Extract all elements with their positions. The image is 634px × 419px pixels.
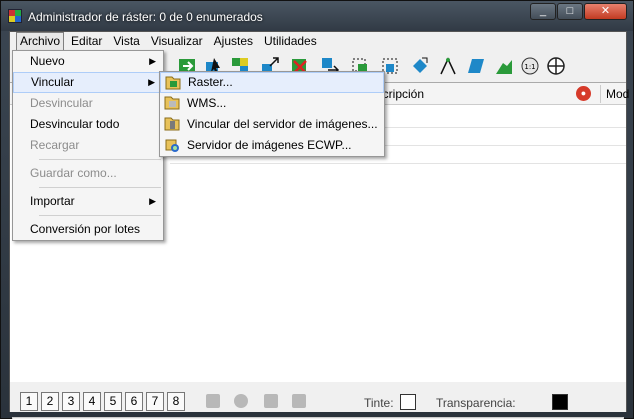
column-mod[interactable]: Mod xyxy=(606,87,629,101)
submenu-item-label: Servidor de imágenes ECWP... xyxy=(187,138,352,152)
maximize-button[interactable]: □ xyxy=(557,3,583,20)
menu-item-desvincular-todo[interactable]: Desvincular todo xyxy=(13,114,163,135)
view-button-3[interactable]: 3 xyxy=(62,392,80,411)
submenu-arrow-icon: ▶ xyxy=(149,196,156,206)
caption-buttons: _ □ ✕ xyxy=(529,3,627,20)
window-title: Administrador de ráster: 0 de 0 enumerad… xyxy=(28,10,263,24)
menu-item-label: Importar xyxy=(30,194,75,208)
menu-visualizar[interactable]: Visualizar xyxy=(147,32,207,51)
menu-vista[interactable]: Vista xyxy=(109,32,143,51)
title-bar[interactable]: Administrador de ráster: 0 de 0 enumerad… xyxy=(1,1,633,31)
vincular-submenu: Raster... WMS... Vincular del servidor d… xyxy=(159,71,385,157)
view-button-7[interactable]: 7 xyxy=(146,392,164,411)
grid-line xyxy=(170,163,626,164)
archivo-menu: Nuevo ▶ Vincular ▶ Desvincular Desvincular… xyxy=(12,50,164,241)
view-button-4[interactable]: 4 xyxy=(83,392,101,411)
fit-icon[interactable] xyxy=(292,394,306,408)
menu-item-vincular[interactable]: Vincular ▶ xyxy=(13,72,163,93)
menu-archivo[interactable]: Archivo xyxy=(16,32,65,51)
menu-item-label: Desvincular xyxy=(30,96,93,110)
menu-item-label: Guardar como... xyxy=(30,166,117,180)
submenu-item-label: WMS... xyxy=(187,96,227,110)
menu-item-label: Conversión por lotes xyxy=(30,222,141,236)
orient-raster-icon[interactable] xyxy=(410,56,430,76)
tint-color-swatch[interactable] xyxy=(400,394,416,410)
menu-item-label: Vincular xyxy=(31,75,75,89)
menu-item-label: Nuevo xyxy=(30,54,65,68)
menu-item-guardar-como: Guardar como... xyxy=(13,163,163,184)
menu-item-importar[interactable]: Importar ▶ xyxy=(13,191,163,212)
view-button-1[interactable]: 1 xyxy=(20,392,38,411)
menu-ajustes[interactable]: Ajustes xyxy=(210,32,257,51)
mirror-raster-icon[interactable] xyxy=(494,56,514,76)
submenu-arrow-icon: ▶ xyxy=(148,77,155,87)
menu-item-conversion-por-lotes[interactable]: Conversión por lotes xyxy=(13,219,163,240)
lock-status-icon[interactable]: ● xyxy=(576,86,591,101)
menu-item-label: Recargar xyxy=(30,138,80,152)
wms-file-icon xyxy=(164,96,180,110)
menu-item-nuevo[interactable]: Nuevo ▶ xyxy=(13,51,163,72)
menu-editar[interactable]: Editar xyxy=(67,32,106,51)
submenu-item-label: Raster... xyxy=(188,75,233,89)
minimize-button[interactable]: _ xyxy=(530,3,556,20)
view-button-8[interactable]: 8 xyxy=(167,392,185,411)
view-button-2[interactable]: 2 xyxy=(41,392,59,411)
display-target-icon[interactable] xyxy=(546,56,566,76)
view-button-5[interactable]: 5 xyxy=(104,392,122,411)
image-server-file-icon xyxy=(164,117,180,131)
submenu-arrow-icon: ▶ xyxy=(149,56,156,66)
menu-item-recargar: Recargar xyxy=(13,135,163,156)
submenu-item-label: Vincular del servidor de imágenes... xyxy=(187,117,378,131)
tilt-raster-icon[interactable] xyxy=(438,56,458,76)
view-icon[interactable] xyxy=(234,394,248,408)
submenu-item-ecwp[interactable]: Servidor de imágenes ECWP... xyxy=(160,135,384,156)
menu-item-label: Desvincular todo xyxy=(30,117,120,131)
view-button-6[interactable]: 6 xyxy=(125,392,143,411)
menu-separator xyxy=(39,159,161,160)
close-button[interactable]: ✕ xyxy=(584,3,627,20)
tint-label: Tinte: xyxy=(364,396,394,410)
menu-separator xyxy=(39,215,161,216)
menu-utilidades[interactable]: Utilidades xyxy=(260,32,321,51)
raster-file-icon xyxy=(165,76,181,90)
print-icon[interactable] xyxy=(206,394,220,408)
submenu-item-raster[interactable]: Raster... xyxy=(160,72,384,93)
transparency-color-swatch[interactable] xyxy=(552,394,568,410)
menu-item-desvincular: Desvincular xyxy=(13,93,163,114)
transparency-label: Transparencia: xyxy=(436,396,516,410)
raster-manager-window: Administrador de ráster: 0 de 0 enumerad… xyxy=(0,0,634,419)
column-separator[interactable] xyxy=(600,85,601,103)
layers-icon[interactable] xyxy=(264,394,278,408)
submenu-item-servidor-imagenes[interactable]: Vincular del servidor de imágenes... xyxy=(160,114,384,135)
skew-raster-icon[interactable] xyxy=(466,56,486,76)
menu-bar: Archivo Editar Vista Visualizar Ajustes … xyxy=(10,32,626,51)
svg-text:1:1: 1:1 xyxy=(524,63,535,71)
one-to-one-icon[interactable]: 1:1 xyxy=(520,56,540,76)
status-bar: 1 2 3 4 5 6 7 8 Tinte: Transparencia: xyxy=(10,384,626,412)
menu-separator xyxy=(39,187,161,188)
raster-manager-app-icon xyxy=(8,9,22,23)
submenu-item-wms[interactable]: WMS... xyxy=(160,93,384,114)
ecwp-server-icon xyxy=(165,139,179,152)
